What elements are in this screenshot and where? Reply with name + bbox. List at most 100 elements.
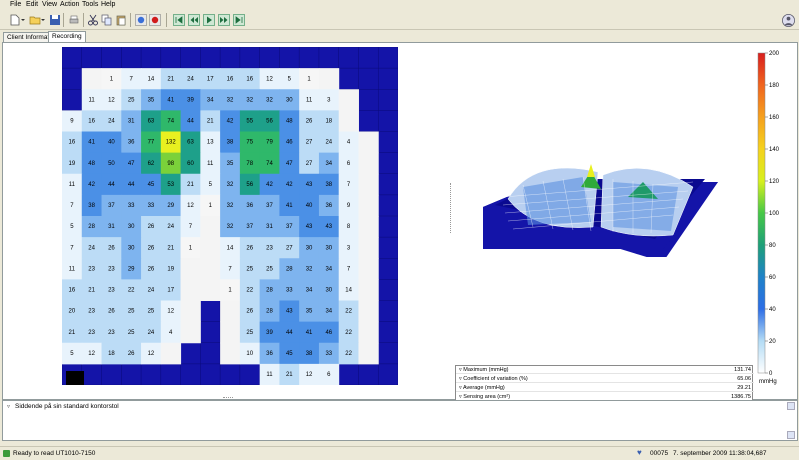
pressure-value: 21	[167, 245, 174, 251]
pressure-value: 30	[325, 245, 332, 251]
pressure-value: 26	[148, 266, 155, 272]
pressure-cell	[220, 342, 241, 365]
chevron-down-icon[interactable]	[20, 13, 26, 26]
help-icon[interactable]	[780, 12, 796, 28]
pressure-value: 30	[128, 224, 135, 230]
pressure-cell	[338, 110, 359, 132]
copy-icon[interactable]	[100, 13, 113, 26]
paste-icon[interactable]	[114, 13, 127, 26]
pressure-value: 41	[286, 203, 293, 209]
notes-scroll-down-icon[interactable]	[787, 431, 795, 439]
statistic-row[interactable]: ▿ Maximum (mmHg) 131.74	[456, 366, 754, 374]
statistic-row[interactable]: ▿ Coefficient of variation (%) 65.06	[456, 375, 754, 383]
pressure-value: 23	[88, 309, 95, 315]
pressure-cell	[180, 300, 201, 323]
menu-edit[interactable]: Edit	[26, 1, 38, 8]
pressure-value: 27	[306, 161, 313, 167]
record-stop-icon[interactable]	[148, 13, 161, 26]
pressure-value: 29	[167, 203, 174, 209]
pressure-value: 50	[108, 161, 115, 167]
notes-panel[interactable]: ▿ Siddende på sin standard kontorstol	[2, 400, 798, 441]
pressure-value: 63	[148, 119, 155, 125]
pressure-value: 23	[108, 330, 115, 336]
scale-tick-label: 40	[769, 307, 776, 313]
pressure-value: 36	[266, 351, 273, 357]
pressure-value: 41	[167, 97, 174, 103]
scrollbar-vertical[interactable]	[788, 49, 796, 395]
pressure-value: 33	[325, 351, 332, 357]
scale-tick-label: 20	[769, 339, 776, 345]
menu-file[interactable]: File	[10, 1, 21, 8]
menu-action[interactable]: Action	[60, 1, 79, 8]
tab-recording[interactable]: Recording	[48, 31, 86, 42]
pressure-value: 35	[148, 97, 155, 103]
pressure-value: 33	[128, 203, 135, 209]
pressure-cell	[200, 216, 221, 238]
pressure-cell	[358, 258, 379, 280]
statistic-value: 65.06	[737, 376, 751, 382]
pressure-value: 44	[286, 330, 293, 336]
pressure-value: 28	[286, 266, 293, 272]
pressure-value: 22	[345, 330, 352, 336]
pressure-value: 43	[306, 182, 313, 188]
pressure-value: 63	[187, 140, 194, 146]
pressure-map-3d[interactable]	[473, 127, 733, 257]
resize-grip[interactable]	[223, 397, 233, 399]
statistic-row[interactable]: ▿ Average (mmHg) 29.21	[456, 384, 754, 392]
pressure-cell	[200, 279, 221, 301]
pressure-cell	[180, 279, 201, 301]
pressure-value: 16	[227, 76, 234, 82]
pressure-value: 55	[246, 119, 253, 125]
pressure-value: 98	[167, 161, 174, 167]
scale-tick-label: 160	[769, 115, 780, 121]
pressure-value: 22	[246, 288, 253, 294]
record-start-icon[interactable]	[134, 13, 147, 26]
pressure-value: 23	[108, 266, 115, 272]
pressure-value: 25	[148, 309, 155, 315]
pressure-value: 26	[306, 119, 313, 125]
next-frame-icon[interactable]	[217, 13, 230, 26]
pressure-value: 26	[246, 309, 253, 315]
pressure-value: 38	[306, 351, 313, 357]
pressure-value: 24	[167, 224, 174, 230]
toolbar-separator	[130, 13, 131, 27]
pressure-value: 42	[227, 119, 234, 125]
save-icon[interactable]	[48, 13, 61, 26]
pressure-value: 25	[246, 266, 253, 272]
menu-view[interactable]: View	[42, 1, 57, 8]
scale-tick-label: 100	[769, 211, 780, 217]
pressure-cell	[358, 216, 379, 238]
pressure-value: 77	[148, 140, 155, 146]
menu-help[interactable]: Help	[101, 1, 115, 8]
play-icon[interactable]	[202, 13, 215, 26]
pressure-value: 41	[88, 140, 95, 146]
pressure-value: 35	[227, 161, 234, 167]
last-frame-icon[interactable]	[232, 13, 245, 26]
scale-tick-label: 0	[769, 371, 773, 377]
tab-strip: Client Information Recording	[0, 31, 799, 42]
pressure-value: 36	[128, 140, 135, 146]
pressure-cell	[180, 258, 201, 280]
menu-tools[interactable]: Tools	[82, 1, 98, 8]
pressure-cell	[220, 321, 241, 344]
cut-icon[interactable]	[86, 13, 99, 26]
splitter-handle[interactable]	[450, 183, 452, 233]
pressure-value: 79	[266, 140, 273, 146]
pressure-value: 32	[266, 97, 273, 103]
pressure-value: 25	[266, 266, 273, 272]
previous-frame-icon[interactable]	[187, 13, 200, 26]
pressure-value: 16	[246, 76, 253, 82]
chevron-down-icon[interactable]	[40, 13, 46, 26]
pressure-value: 14	[148, 76, 155, 82]
pressure-value: 20	[69, 309, 76, 315]
first-frame-icon[interactable]	[172, 13, 185, 26]
print-icon[interactable]	[67, 13, 80, 26]
pressure-value: 34	[325, 266, 332, 272]
notes-scroll-up-icon[interactable]	[787, 402, 795, 410]
pressure-cell	[81, 68, 103, 90]
pressure-value: 23	[266, 245, 273, 251]
notes-expand-icon[interactable]: ▿	[7, 403, 10, 410]
pressure-map-2d[interactable]: 1 7 14 21 24 17 16 16 12 5 111 12 25 35 41 39 34 32 32 32 30…	[62, 47, 398, 385]
pressure-value: 28	[88, 224, 95, 230]
scale-tick-label: 120	[769, 179, 780, 185]
